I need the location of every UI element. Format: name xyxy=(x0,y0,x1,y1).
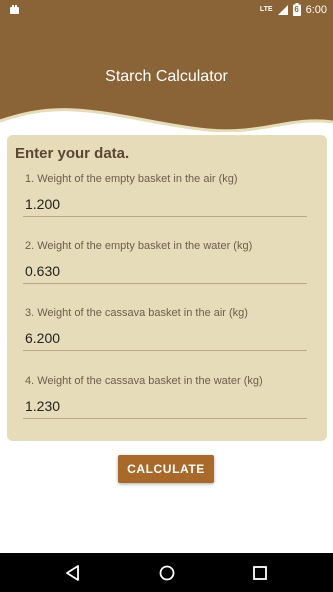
network-type: LTE xyxy=(259,6,273,13)
app-title: Starch Calculator xyxy=(105,68,228,85)
battery-level: 6 xyxy=(294,5,299,14)
field-label: 1. Weight of the empty basket in the air… xyxy=(25,173,238,185)
field-empty-basket-air: 1. Weight of the empty basket in the air… xyxy=(23,173,307,217)
data-card: Enter your data. 1. Weight of the empty … xyxy=(7,135,327,441)
field-label: 2. Weight of the empty basket in the wat… xyxy=(25,240,253,252)
battery-icon: 6 xyxy=(292,3,301,16)
app-header: Starch Calculator xyxy=(0,20,333,132)
empty-basket-water-input[interactable] xyxy=(23,258,307,284)
notification-icon xyxy=(10,5,19,14)
calculate-button[interactable]: CALCULATE xyxy=(118,455,214,483)
field-label: 4. Weight of the cassava basket in the w… xyxy=(25,375,263,387)
field-cassava-basket-air: 3. Weight of the cassava basket in the a… xyxy=(23,307,307,351)
navigation-bar xyxy=(0,553,333,592)
field-cassava-basket-water: 4. Weight of the cassava basket in the w… xyxy=(23,375,307,419)
back-icon[interactable] xyxy=(63,563,83,583)
recents-icon[interactable] xyxy=(250,563,270,583)
empty-basket-air-input[interactable] xyxy=(23,191,307,217)
signal-icon xyxy=(277,5,288,15)
home-icon[interactable] xyxy=(157,563,177,583)
clock: 6:00 xyxy=(305,3,327,16)
status-bar: LTE 6 6:00 xyxy=(0,0,333,20)
cassava-basket-air-input[interactable] xyxy=(23,325,307,351)
form-title: Enter your data. xyxy=(15,145,130,162)
field-label: 3. Weight of the cassava basket in the a… xyxy=(25,307,248,319)
cassava-basket-water-input[interactable] xyxy=(23,393,307,419)
field-empty-basket-water: 2. Weight of the empty basket in the wat… xyxy=(23,240,307,284)
